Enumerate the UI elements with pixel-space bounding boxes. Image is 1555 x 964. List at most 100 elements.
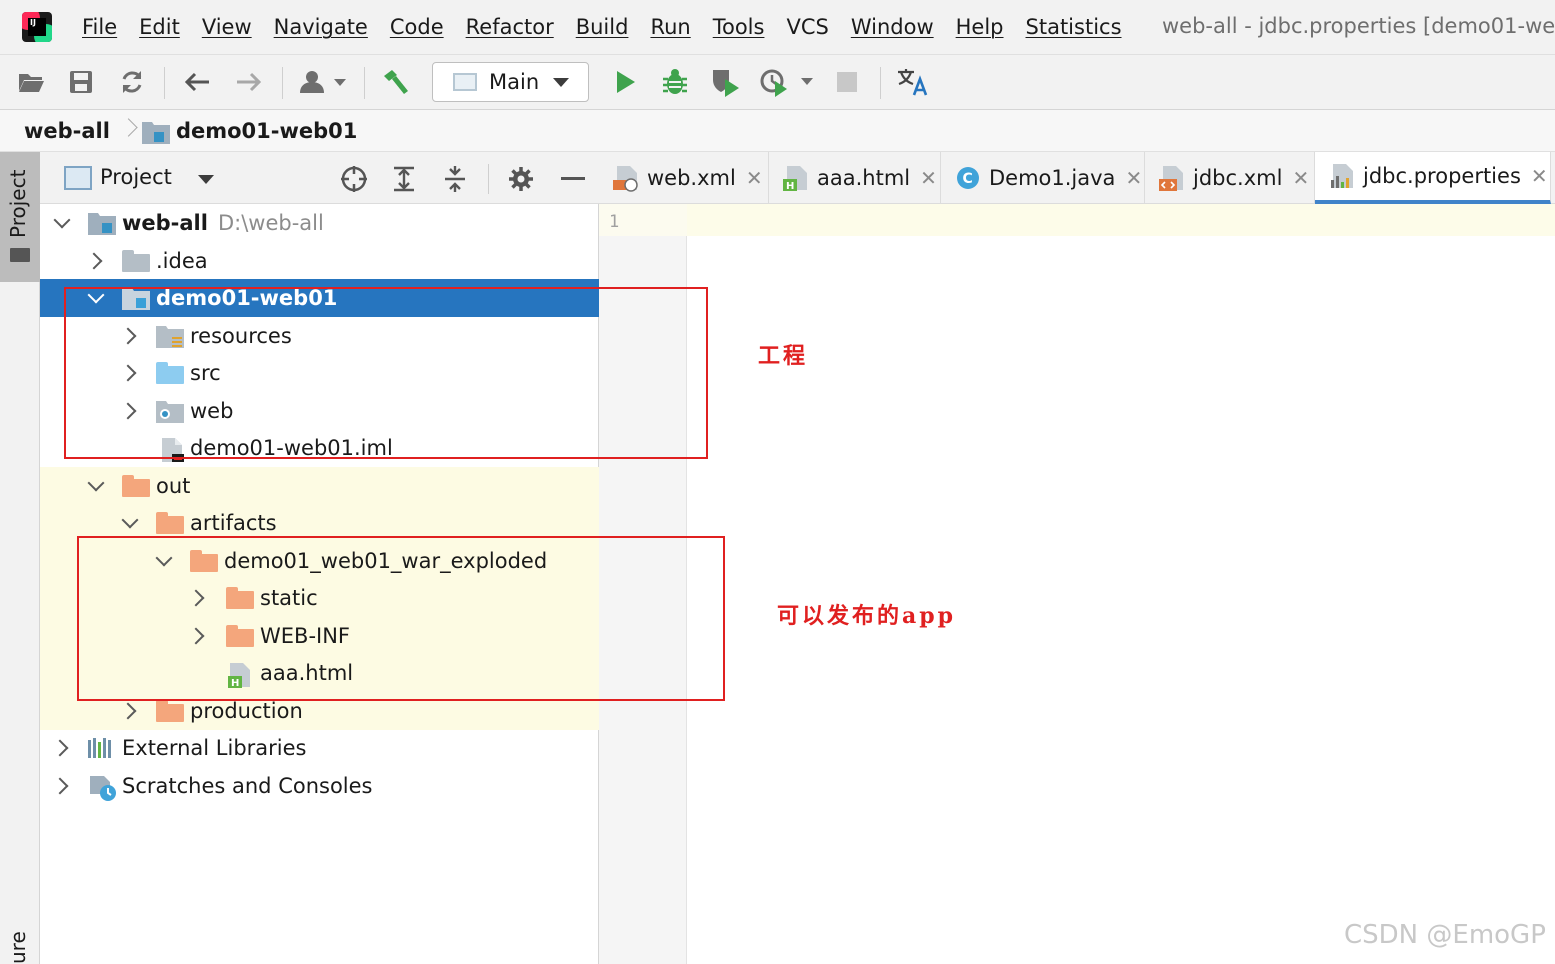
debug-bug-icon[interactable]: [658, 65, 692, 99]
root-name: web-all: [122, 211, 208, 235]
module-folder-icon: [88, 211, 116, 235]
menu-view[interactable]: View: [202, 15, 252, 39]
stop-icon[interactable]: [830, 65, 864, 99]
menu-refactor[interactable]: Refactor: [466, 15, 554, 39]
close-icon[interactable]: ✕: [1292, 166, 1309, 190]
close-icon[interactable]: ✕: [1531, 164, 1548, 188]
intellij-logo-icon[interactable]: IJ: [22, 12, 52, 42]
chevron-down-icon[interactable]: [88, 479, 102, 493]
tab-demo1-java[interactable]: C Demo1.java ✕: [941, 152, 1145, 204]
folder-icon: [122, 250, 150, 272]
tab-label: Demo1.java: [989, 166, 1116, 190]
close-icon[interactable]: ✕: [1125, 166, 1142, 190]
tab-aaa-html[interactable]: H aaa.html ✕: [769, 152, 941, 204]
hide-minimize-icon[interactable]: [559, 165, 587, 193]
tree-node-out[interactable]: out: [40, 467, 599, 505]
menu-tools[interactable]: Tools: [713, 15, 765, 39]
close-icon[interactable]: ✕: [920, 166, 937, 190]
build-hammer-icon[interactable]: [378, 65, 412, 99]
html-file-icon: H: [783, 164, 809, 192]
collapse-all-icon[interactable]: [441, 165, 469, 193]
left-tool-strip: Project ure: [0, 152, 40, 964]
module-folder-icon: [141, 120, 170, 144]
application-config-icon: [453, 73, 477, 91]
tree-label-idea: .idea: [156, 249, 208, 273]
project-tool-window-tab[interactable]: Project: [0, 152, 40, 282]
menu-help[interactable]: Help: [956, 15, 1004, 39]
chevron-right-icon[interactable]: [122, 704, 136, 718]
structure-tab-label[interactable]: ure: [6, 931, 30, 964]
translate-icon[interactable]: [896, 65, 930, 99]
save-icon[interactable]: [64, 65, 98, 99]
open-folder-icon[interactable]: [14, 65, 48, 99]
run-icon[interactable]: [608, 65, 642, 99]
annotation-label-app: 可以发布的app: [777, 603, 957, 629]
chevron-right-icon[interactable]: [54, 741, 68, 755]
menu-code[interactable]: Code: [390, 15, 444, 39]
run-with-coverage-icon[interactable]: [708, 65, 742, 99]
menu-bar: IJ File Edit View Navigate Code Refactor…: [0, 0, 1555, 54]
locate-crosshair-icon[interactable]: [340, 165, 368, 193]
navigation-breadcrumb: web-all demo01-web01: [0, 110, 1555, 152]
main-toolbar: Main: [0, 54, 1555, 110]
excluded-folder-icon: [156, 512, 184, 534]
project-tab-label: Project: [6, 169, 30, 238]
chevron-right-icon[interactable]: [54, 779, 68, 793]
forward-arrow-icon[interactable]: [232, 65, 266, 99]
menu-window[interactable]: Window: [851, 15, 934, 39]
tab-label: jdbc.xml: [1193, 166, 1283, 190]
svg-text:C: C: [963, 171, 973, 187]
line-number: 1: [609, 212, 620, 232]
tree-label-external-libraries: External Libraries: [122, 736, 307, 760]
tab-web-xml[interactable]: web.xml ✕: [599, 152, 769, 204]
tree-label-out: out: [156, 474, 191, 498]
breadcrumb-project[interactable]: web-all: [24, 119, 110, 143]
xml-file-icon: [1159, 164, 1185, 192]
editor-tab-bar: web.xml ✕ H aaa.html ✕ C Demo1.java ✕ jd…: [599, 152, 1555, 204]
java-class-icon: C: [955, 164, 981, 192]
run-configuration-dropdown[interactable]: Main: [432, 62, 589, 102]
chevron-down-icon: [553, 77, 570, 87]
chevron-down-icon[interactable]: [198, 175, 214, 184]
tree-label-production: production: [190, 699, 303, 723]
tab-jdbc-xml[interactable]: jdbc.xml ✕: [1145, 152, 1315, 204]
settings-gear-icon[interactable]: [507, 165, 535, 193]
back-arrow-icon[interactable]: [180, 65, 214, 99]
user-dropdown-icon[interactable]: [296, 65, 352, 99]
window-title: web-all - jdbc.properties [demo01-web: [1162, 14, 1555, 38]
chevron-down-icon[interactable]: [122, 516, 136, 530]
close-icon[interactable]: ✕: [746, 166, 763, 190]
project-view-selector[interactable]: Project: [100, 165, 172, 189]
menu-navigate[interactable]: Navigate: [274, 15, 368, 39]
expand-all-icon[interactable]: [390, 165, 418, 193]
root-path: D:\web-all: [217, 211, 324, 235]
menu-build[interactable]: Build: [576, 15, 629, 39]
chevron-down-icon[interactable]: [54, 216, 68, 230]
sync-icon[interactable]: [115, 65, 149, 99]
menu-file[interactable]: File: [82, 15, 117, 39]
current-line-highlight: [687, 204, 1555, 236]
tab-jdbc-properties[interactable]: jdbc.properties ✕: [1315, 152, 1551, 204]
tree-node-web-all[interactable]: web-all D:\web-all: [40, 204, 599, 242]
menu-edit[interactable]: Edit: [139, 15, 180, 39]
editor-text-area[interactable]: [687, 204, 1555, 964]
tree-node-scratches[interactable]: Scratches and Consoles: [40, 767, 599, 805]
tab-label: web.xml: [647, 166, 736, 190]
menu-run[interactable]: Run: [650, 15, 690, 39]
menu-statistics[interactable]: Statistics: [1026, 15, 1122, 39]
breadcrumb-module[interactable]: demo01-web01: [176, 119, 357, 143]
chevron-right-icon[interactable]: [88, 254, 102, 268]
libraries-icon: [88, 736, 116, 760]
annotation-label-project: 工程: [758, 343, 809, 369]
project-panel-header: Project: [40, 152, 599, 204]
menu-vcs[interactable]: VCS: [786, 15, 828, 39]
profile-dropdown-icon[interactable]: [758, 65, 818, 99]
run-config-label: Main: [489, 70, 540, 94]
tree-label-artifacts: artifacts: [190, 511, 277, 535]
web-xml-file-icon: [613, 164, 639, 192]
tree-label-web-all: web-all D:\web-all: [122, 211, 324, 235]
tree-node-external-libraries[interactable]: External Libraries: [40, 729, 599, 767]
tree-node-idea[interactable]: .idea: [40, 242, 599, 280]
tab-label: jdbc.properties: [1363, 164, 1521, 188]
excluded-folder-icon: [156, 700, 184, 722]
